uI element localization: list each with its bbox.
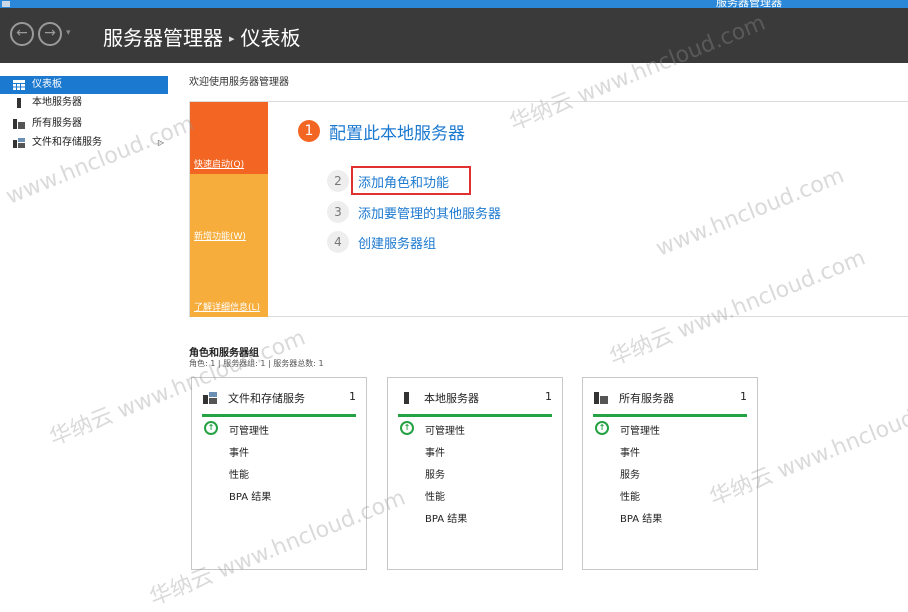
- roles-summary: 角色: 1 | 服务器组: 1 | 服务器总数: 1: [189, 359, 324, 368]
- roles-section-title: 角色和服务器组: [189, 348, 259, 359]
- configure-local-server-link[interactable]: 配置此本地服务器: [329, 119, 465, 144]
- step-number-badge: 2: [327, 170, 349, 192]
- card-row-events[interactable]: 事件: [425, 444, 445, 459]
- main-content: 欢迎使用服务器管理器 快速启动(Q) 新增功能(W) 了解详细信息(L) 1 配…: [178, 63, 908, 596]
- card-count: 1: [740, 390, 747, 403]
- quick-start-label: 快速启动(Q): [194, 160, 245, 170]
- file-storage-icon: [13, 138, 25, 148]
- role-card-file-storage[interactable]: 文件和存储服务 1 ↑ 可管理性 事件 性能 BPA 结果: [191, 377, 367, 570]
- card-row-bpa[interactable]: BPA 结果: [425, 510, 467, 525]
- status-up-icon: ↑: [595, 421, 609, 435]
- card-row-events[interactable]: 事件: [229, 444, 249, 459]
- add-roles-features-link[interactable]: 添加角色和功能: [358, 172, 449, 191]
- card-row-services[interactable]: 服务: [425, 466, 445, 481]
- welcome-title: 欢迎使用服务器管理器: [189, 77, 289, 88]
- status-bar: [593, 414, 747, 417]
- sidebar-item-label: 文件和存储服务: [32, 137, 102, 148]
- forward-arrow-icon[interactable]: →: [38, 22, 62, 46]
- whats-new-tab[interactable]: 新增功能(W): [190, 174, 268, 246]
- submenu-arrow-icon[interactable]: ▷: [158, 134, 164, 152]
- learn-more-tab[interactable]: 了解详细信息(L): [190, 246, 268, 317]
- sidebar-item-label: 本地服务器: [32, 97, 82, 108]
- create-server-group-link[interactable]: 创建服务器组: [358, 233, 436, 252]
- sidebar: 仪表板 本地服务器 所有服务器 文件和存储服务 ▷: [0, 63, 178, 596]
- back-arrow-icon[interactable]: ←: [10, 22, 34, 46]
- card-row-bpa[interactable]: BPA 结果: [229, 488, 271, 503]
- breadcrumb-separator-icon: ▸: [229, 32, 235, 45]
- sidebar-item-dashboard[interactable]: 仪表板: [0, 76, 168, 94]
- server-icon: [17, 98, 21, 108]
- status-up-icon: ↑: [400, 421, 414, 435]
- sidebar-item-label: 仪表板: [32, 79, 62, 90]
- card-row-manageability[interactable]: 可管理性: [425, 422, 465, 437]
- sidebar-item-all-servers[interactable]: 所有服务器: [0, 115, 168, 133]
- card-title[interactable]: 本地服务器: [424, 390, 479, 406]
- sidebar-item-local-server[interactable]: 本地服务器: [0, 94, 168, 112]
- role-card-all-servers[interactable]: 所有服务器 1 ↑ 可管理性 事件 服务 性能 BPA 结果: [582, 377, 758, 570]
- breadcrumb-current: 仪表板: [240, 26, 301, 50]
- status-bar: [202, 414, 356, 417]
- history-dropdown-icon[interactable]: ▾: [66, 28, 71, 38]
- dashboard-icon: [13, 80, 25, 90]
- card-row-events[interactable]: 事件: [620, 444, 640, 459]
- servers-icon: [594, 392, 608, 404]
- sidebar-item-file-storage[interactable]: 文件和存储服务 ▷: [0, 134, 168, 152]
- sidebar-item-label: 所有服务器: [32, 118, 82, 129]
- card-row-manageability[interactable]: 可管理性: [229, 422, 269, 437]
- card-row-performance[interactable]: 性能: [620, 488, 640, 503]
- whats-new-label: 新增功能(W): [194, 232, 246, 242]
- server-icon: [404, 392, 409, 404]
- step-number-badge: 4: [327, 231, 349, 253]
- card-title[interactable]: 文件和存储服务: [228, 390, 305, 406]
- card-row-performance[interactable]: 性能: [229, 466, 249, 481]
- quick-start-tab[interactable]: 快速启动(Q): [190, 102, 268, 174]
- card-title[interactable]: 所有服务器: [619, 390, 674, 406]
- breadcrumb: 服务器管理器 ▸ 仪表板: [103, 22, 301, 51]
- app-icon: [2, 1, 10, 7]
- servers-icon: [13, 119, 25, 129]
- card-count: 1: [545, 390, 552, 403]
- file-storage-icon: [203, 392, 217, 404]
- header-bar: ← → ▾ 服务器管理器 ▸ 仪表板: [0, 8, 908, 63]
- breadcrumb-root[interactable]: 服务器管理器: [103, 26, 223, 50]
- window-title: 服务器管理器: [716, 0, 782, 8]
- status-bar: [398, 414, 552, 417]
- card-count: 1: [349, 390, 356, 403]
- step-number-badge: 1: [298, 120, 320, 142]
- card-row-services[interactable]: 服务: [620, 466, 640, 481]
- status-up-icon: ↑: [204, 421, 218, 435]
- title-bar: 服务器管理器: [0, 0, 908, 8]
- step-number-badge: 3: [327, 201, 349, 223]
- quick-start-panel: 快速启动(Q) 新增功能(W) 了解详细信息(L) 1 配置此本地服务器 2 添…: [189, 101, 908, 317]
- card-row-performance[interactable]: 性能: [425, 488, 445, 503]
- role-card-local-server[interactable]: 本地服务器 1 ↑ 可管理性 事件 服务 性能 BPA 结果: [387, 377, 563, 570]
- add-servers-link[interactable]: 添加要管理的其他服务器: [358, 203, 501, 222]
- card-row-manageability[interactable]: 可管理性: [620, 422, 660, 437]
- learn-more-label: 了解详细信息(L): [194, 303, 261, 313]
- card-row-bpa[interactable]: BPA 结果: [620, 510, 662, 525]
